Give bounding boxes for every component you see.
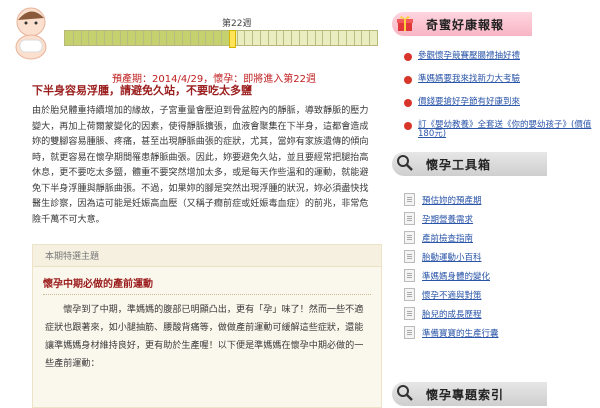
current-week-label: 第22週 [222,19,252,29]
progress-tick [330,31,332,45]
news-item[interactable]: 訂《嬰幼教養》全套送《你的嬰幼孩子》(價值180元) [404,121,600,143]
gift-icon [397,16,413,31]
tool-item[interactable]: 胎動運動小百科 [404,247,600,266]
progress-tick [143,31,144,45]
news-item[interactable]: 價錢要搶好孕節有好康到來 [404,98,600,114]
news-list: 參觀懷孕競賽壓腸禮抽好禮 準媽媽要我來找新力大考驗 價錢要搶好孕節有好康到來 訂… [404,52,600,150]
progress-tick [72,31,74,45]
current-week-marker [228,30,236,48]
magnifier-icon [397,155,413,171]
progress-tick [322,31,324,45]
news-box-header: 奇蜜好康報報 [392,12,532,36]
featured-topic-body: 懷孕到了中期，準媽媽的腹部已明顯凸出，更有「孕」味了！然而一些不適症狀也跟著來，… [45,301,369,373]
progress-tick [150,31,152,45]
document-icon [404,269,415,282]
tools-list: 預估妳的預產期 孕期營養需求 產前檢查指南 胎動運動小百科 準媽媽身體的變化 懷… [404,190,600,342]
news-box-title: 奇蜜好康報報 [426,18,505,32]
progress-tick [260,31,261,45]
progress-tick [174,31,176,45]
pregnancy-progress-bar [64,30,378,48]
progress-tick [306,31,308,45]
progress-tick [283,31,285,45]
featured-topic-title[interactable]: 懷孕中期必做的產前運動 [43,275,371,295]
article-paragraph: 由於胎兒體重持續增加的緣故，子宮重量會壓迫到骨盆腔內的靜脈，導致靜脈的壓力變大，… [32,106,369,225]
progress-tick [369,31,371,45]
red-bullet-icon [404,122,412,130]
progress-tick [338,31,339,45]
topics-box-title: 懷孕專題索引 [426,388,505,402]
news-item[interactable]: 準媽媽要我來找新力大考驗 [404,75,600,91]
progress-tick [236,31,238,45]
progress-tick [111,31,113,45]
document-icon [404,288,415,301]
progress-tick [88,31,90,45]
progress-tick [189,31,191,45]
tool-item[interactable]: 胎兒的成長歷程 [404,304,600,323]
baby-illustration [15,7,47,60]
tool-item[interactable]: 懷孕不適與對策 [404,285,600,304]
document-icon [404,250,415,263]
progress-tick [96,31,98,45]
progress-tick [158,31,160,45]
progress-tick [221,31,222,45]
red-bullet-icon [404,99,412,107]
progress-tick [361,31,363,45]
progress-tick [275,31,277,45]
magnifier-icon [397,385,413,401]
progress-tick [291,31,293,45]
progress-fill [65,31,229,45]
document-icon [404,212,415,225]
progress-tick [252,31,254,45]
news-item[interactable]: 參觀懷孕競賽壓腸禮抽好禮 [404,52,600,68]
featured-topic-text: 懷孕到了中期，準媽媽的腹部已明顯凸出，更有「孕」味了！然而一些不適症狀也跟著來，… [45,305,364,369]
tools-box-header: 懷孕工具箱 [392,152,547,176]
progress-tick [119,31,121,45]
document-icon [404,231,415,244]
progress-tick [314,31,316,45]
tool-item[interactable]: 準媽媽身體的變化 [404,266,600,285]
topics-box-header: 懷孕專題索引 [392,382,547,406]
progress-tick [353,31,355,45]
tool-item[interactable]: 產前檢查指南 [404,228,600,247]
document-icon [404,307,415,320]
featured-topic-panel: 本期特選主題 懷孕中期必做的產前運動 懷孕到了中期，準媽媽的腹部已明顯凸出，更有… [32,244,382,408]
progress-tick [244,31,246,45]
progress-tick [80,31,82,45]
progress-tick [197,31,199,45]
red-bullet-icon [404,53,412,61]
document-icon [404,326,415,339]
article-body: 由於胎兒體重持續增加的緣故，子宮重量會壓迫到骨盆腔內的靜脈，導致靜脈的壓力變大，… [32,104,376,228]
progress-tick [135,31,137,45]
tool-item[interactable]: 孕期營養需求 [404,209,600,228]
sidebar: 奇蜜好康報報 參觀懷孕競賽壓腸禮抽好禮 準媽媽要我來找新力大考驗 價錢要搶好孕節… [392,0,600,406]
progress-tick [127,31,129,45]
progress-tick [182,31,183,45]
featured-topic-header: 本期特選主題 [33,245,381,267]
main-content: 第22週 預產期：2014/4/29，懷孕：即將進入第22週 下半身容易浮腫，請… [0,0,384,408]
article-headline: 下半身容易浮腫，請避免久站，不要吃太多鹽 [32,84,252,97]
progress-tick [299,31,300,45]
progress-tick [213,31,215,45]
document-icon [404,193,415,206]
tool-item[interactable]: 準備寶寶的生產行囊 [404,323,600,342]
tools-box-title: 懷孕工具箱 [426,158,492,172]
tool-item[interactable]: 預估妳的預產期 [404,190,600,209]
progress-tick [166,31,168,45]
progress-tick [345,31,347,45]
progress-tick [267,31,269,45]
red-bullet-icon [404,76,412,84]
progress-tick [205,31,207,45]
progress-tick [104,31,105,45]
